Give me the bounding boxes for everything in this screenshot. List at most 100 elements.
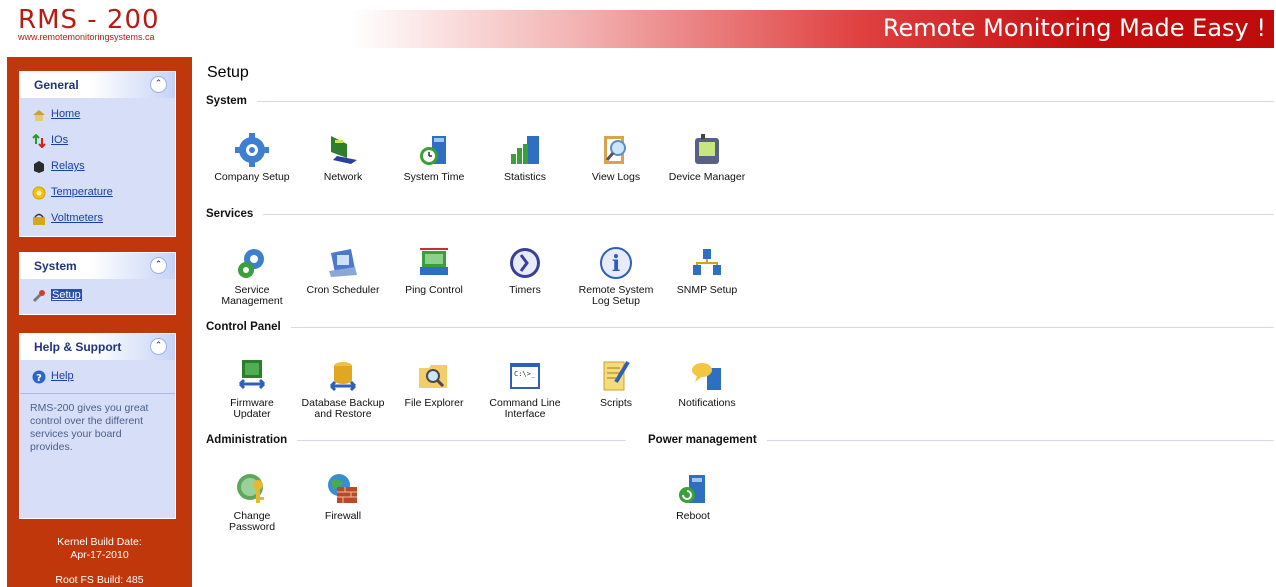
tool-snmp-setup[interactable]: SNMP Setup — [662, 245, 752, 296]
firewall-icon — [325, 471, 361, 507]
tool-ping-control[interactable]: Ping Control — [389, 245, 479, 296]
system-panel-title: System — [34, 259, 77, 273]
section-control-panel: Control Panel — [206, 321, 1274, 333]
section-divider — [256, 100, 1274, 102]
tool-view-logs[interactable]: View Logs — [571, 132, 661, 183]
tool-device-manager[interactable]: Device Manager — [662, 132, 752, 183]
section-title: Services — [206, 208, 254, 220]
clock-icon — [416, 132, 452, 168]
tool-command-line[interactable]: C:\>_ Command Line Interface — [480, 358, 570, 420]
svg-text:C:\>_: C:\>_ — [514, 370, 536, 378]
help-panel-header[interactable]: Help & Support ⌃ — [20, 334, 175, 360]
tool-remote-system-log-setup[interactable]: i Remote System Log Setup — [571, 245, 661, 307]
general-panel: General ⌃ Home IOs Relays Temperature Vo… — [19, 71, 176, 237]
tool-label: Ping Control — [405, 284, 463, 296]
tool-label: Database Backup and Restore — [301, 397, 385, 420]
section-title: System — [206, 95, 247, 107]
kernel-label: Kernel Build Date: — [57, 536, 142, 548]
collapse-icon[interactable]: ⌃ — [150, 76, 167, 93]
tool-firmware-updater[interactable]: Firmware Updater — [207, 358, 297, 420]
help-description: RMS-200 gives you great control over the… — [20, 393, 175, 462]
tool-change-password[interactable]: Change Password — [207, 471, 297, 533]
tool-label: Service Management — [221, 284, 283, 307]
sidebar-item-relays[interactable]: Relays — [20, 153, 175, 179]
logo[interactable]: RMS - 200 www.remotemonitoringsystems.ca — [18, 6, 160, 42]
tool-statistics[interactable]: Statistics — [480, 132, 570, 183]
tool-cron-scheduler[interactable]: Cron Scheduler — [298, 245, 388, 296]
key-icon — [234, 471, 270, 507]
script-pencil-icon — [598, 358, 634, 394]
tool-label: File Explorer — [404, 397, 464, 409]
tool-label: Command Line Interface — [489, 397, 561, 420]
tool-database-backup[interactable]: Database Backup and Restore — [298, 358, 388, 420]
tool-file-explorer[interactable]: File Explorer — [389, 358, 479, 409]
section-system: System — [206, 95, 1274, 107]
system-panel-header[interactable]: System ⌃ — [20, 253, 175, 279]
page-title: Setup — [207, 64, 249, 81]
logo-title: RMS - 200 — [18, 5, 160, 35]
sidebar-item-label: Relays — [51, 160, 85, 172]
device-icon — [689, 132, 725, 168]
section-divider — [297, 439, 626, 441]
tool-scripts[interactable]: Scripts — [571, 358, 661, 409]
tool-service-management[interactable]: Service Management — [207, 245, 297, 307]
collapse-icon[interactable]: ⌃ — [150, 257, 167, 274]
build-info: Kernel Build Date: Apr-17-2010 Root FS B… — [7, 536, 192, 587]
section-title: Administration — [206, 434, 288, 446]
section-administration: Administration — [206, 434, 626, 446]
collapse-icon[interactable]: ⌃ — [150, 338, 167, 355]
tool-label: Company Setup — [214, 171, 290, 183]
general-panel-header[interactable]: General ⌃ — [20, 72, 175, 98]
sidebar-item-temperature[interactable]: Temperature — [20, 179, 175, 205]
tool-system-time[interactable]: System Time — [389, 132, 479, 183]
tool-label: Firmware Updater — [230, 397, 274, 420]
wrench-icon — [32, 288, 46, 303]
sidebar-item-setup[interactable]: Setup — [20, 282, 175, 308]
clipboard-search-icon — [598, 132, 634, 168]
section-power-management: Power management — [648, 434, 1274, 446]
sidebar-item-label: IOs — [51, 134, 69, 146]
section-services: Services — [206, 208, 1274, 220]
sidebar-item-voltmeters[interactable]: Voltmeters — [20, 205, 175, 231]
section-title: Control Panel — [206, 321, 281, 333]
tool-label: System Time — [403, 171, 465, 183]
sidebar-item-help[interactable]: ? Help — [20, 363, 175, 389]
section-divider — [263, 213, 1274, 215]
main-content: Setup System Company Setup Network Syste… — [205, 57, 1276, 587]
logo-url: www.remotemonitoringsystems.ca — [18, 32, 155, 42]
firmware-chip-icon — [234, 358, 270, 394]
tool-timers[interactable]: Timers — [480, 245, 570, 296]
tool-label: SNMP Setup — [676, 284, 738, 296]
tool-label: Network — [323, 171, 363, 183]
kernel-date: Apr-17-2010 — [70, 549, 129, 561]
sidebar-item-label: Help — [51, 370, 74, 382]
tool-label: Device Manager — [668, 171, 746, 183]
network-icon — [325, 132, 361, 168]
tool-network[interactable]: Network — [298, 132, 388, 183]
tool-reboot[interactable]: Reboot — [648, 471, 738, 522]
tool-label: View Logs — [591, 171, 641, 183]
sidebar-item-home[interactable]: Home — [20, 101, 175, 127]
system-panel: System ⌃ Setup — [19, 252, 176, 315]
scheduler-icon — [325, 245, 361, 281]
sidebar-item-ios[interactable]: IOs — [20, 127, 175, 153]
tool-label: Scripts — [599, 397, 633, 409]
help-icon: ? — [32, 369, 46, 384]
snmp-network-icon — [689, 245, 725, 281]
general-panel-title: General — [34, 78, 79, 92]
tool-label: Notifications — [678, 397, 736, 409]
tool-firewall[interactable]: Firewall — [298, 471, 388, 522]
help-panel-title: Help & Support — [34, 340, 122, 354]
info-icon: i — [598, 245, 634, 281]
chart-icon — [507, 132, 543, 168]
service-gear-icon — [234, 245, 270, 281]
timer-icon — [507, 245, 543, 281]
folder-search-icon — [416, 358, 452, 394]
tool-company-setup[interactable]: Company Setup — [207, 132, 297, 183]
tool-label: Reboot — [676, 510, 710, 522]
gear-icon — [234, 132, 270, 168]
tool-label: Timers — [509, 284, 541, 296]
tool-label: Remote System Log Setup — [578, 284, 654, 307]
tool-notifications[interactable]: Notifications — [662, 358, 752, 409]
rootfs-label: Root FS Build: 485 — [55, 574, 144, 586]
